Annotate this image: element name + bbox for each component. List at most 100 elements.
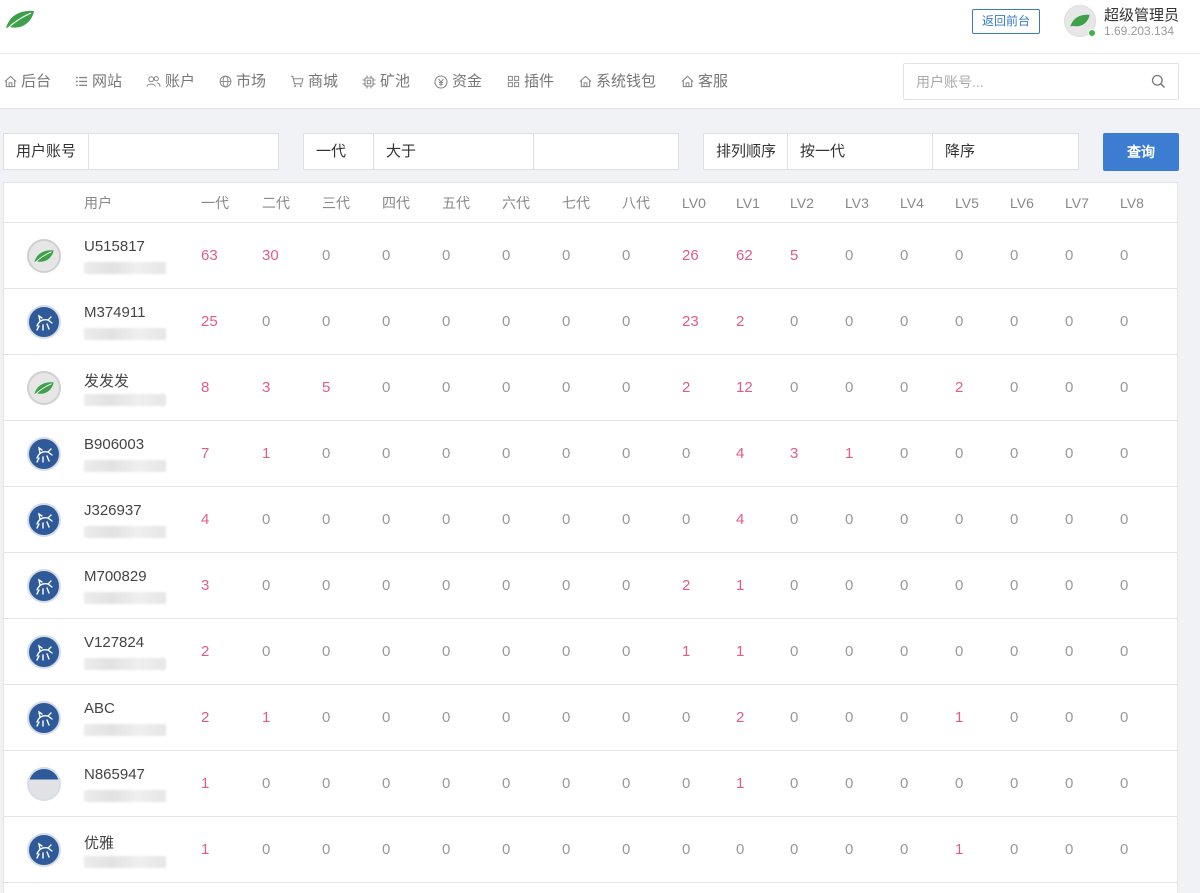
user-avatar (27, 371, 61, 405)
table-row[interactable]: 优雅 1 0 0 0 0 0 0 0 0 0 0 0 0 1 0 0 0 (4, 817, 1177, 883)
count-cell: 0 (1065, 577, 1074, 594)
count-cell: 0 (322, 313, 331, 330)
admin-ip: 1.69.203.134 (1104, 24, 1175, 38)
count-cell: 0 (502, 511, 511, 528)
top-bar: 返回前台 超级管理员 1.69.203.134 (0, 0, 1200, 54)
count-cell: 0 (382, 313, 391, 330)
count-cell: 0 (900, 775, 909, 792)
count-cell: 1 (736, 643, 745, 660)
nav-item-account[interactable]: 账户 (146, 54, 195, 109)
count-cell: 12 (736, 379, 753, 396)
count-cell: 0 (900, 577, 909, 594)
nav-item-system-wallet[interactable]: 系统钱包 (579, 54, 656, 109)
coin-icon (434, 74, 448, 89)
table-header: 用户 一代 二代 三代 四代 五代 六代 七代 八代 LV0 LV1 LV2 LV3 LV4 LV5 LV6 L… (4, 183, 1177, 223)
redacted-info (84, 328, 166, 340)
compare-value-input[interactable] (534, 134, 678, 169)
table-row[interactable]: 发发发 8 3 5 0 0 0 0 0 2 12 0 0 0 2 0 0 0 (4, 355, 1177, 421)
count-cell: 0 (502, 775, 511, 792)
nav-label: 账户 (165, 73, 196, 90)
redacted-info (84, 592, 166, 604)
table-row[interactable]: ABC 2 1 0 0 0 0 0 0 0 2 0 0 0 1 0 0 0 (4, 685, 1177, 751)
count-cell: 0 (622, 577, 631, 594)
count-cell: 0 (1120, 379, 1129, 396)
user-name[interactable]: U515817 (84, 238, 145, 255)
user-name[interactable]: V127824 (84, 634, 144, 651)
search-icon[interactable] (1151, 74, 1166, 92)
column-header: LV3 (845, 195, 869, 211)
query-button[interactable]: 查询 (1103, 133, 1179, 171)
user-name[interactable]: 优雅 (84, 832, 114, 853)
table-row[interactable]: N865947 1 0 0 0 0 0 0 0 0 1 0 0 0 0 0 0 0 (4, 751, 1177, 817)
count-cell: 0 (955, 313, 964, 330)
table-row[interactable]: U515817 63 30 0 0 0 0 0 0 26 62 5 0 0 0 0 0 0 (4, 223, 1177, 289)
count-cell: 0 (845, 379, 854, 396)
user-name[interactable]: M374911 (84, 304, 145, 321)
count-cell: 0 (562, 247, 571, 264)
count-cell: 1 (955, 841, 964, 858)
sort-filter: 排列顺序 按一代 降序 (703, 133, 1079, 170)
count-cell: 0 (442, 709, 451, 726)
count-cell: 0 (1065, 511, 1074, 528)
user-avatar (27, 437, 61, 471)
nav-label: 资金 (452, 73, 483, 90)
user-name[interactable]: ABC (84, 700, 115, 717)
admin-name[interactable]: 超级管理员 (1104, 4, 1179, 25)
compare-operator-select[interactable]: 大于 (374, 134, 416, 169)
nav-item-funds[interactable]: 资金 (434, 54, 482, 109)
nav-item-website[interactable]: 网站 (75, 54, 122, 109)
count-cell: 0 (502, 577, 511, 594)
count-cell: 8 (201, 379, 210, 396)
count-cell: 0 (790, 643, 799, 660)
back-to-frontend-button[interactable]: 返回前台 (972, 9, 1040, 34)
nav-item-market[interactable]: 市场 (219, 54, 266, 109)
count-cell: 2 (201, 709, 210, 726)
table-row[interactable]: J326937 4 0 0 0 0 0 0 0 0 4 0 0 0 0 0 0 0 (4, 487, 1177, 553)
table-row[interactable]: B906003 7 1 0 0 0 0 0 0 0 4 3 1 0 0 0 0 0 (4, 421, 1177, 487)
generation-select[interactable]: 一代 (304, 134, 346, 169)
count-cell: 0 (322, 775, 331, 792)
nav-item-mall[interactable]: 商城 (290, 54, 338, 109)
table-row[interactable]: M374911 25 0 0 0 0 0 0 0 23 2 0 0 0 0 0 0 0 (4, 289, 1177, 355)
count-cell: 0 (1010, 577, 1019, 594)
column-header: LV1 (736, 195, 760, 211)
count-cell: 62 (736, 247, 753, 264)
column-header: LV6 (1010, 195, 1034, 211)
count-cell: 0 (1120, 775, 1129, 792)
user-name[interactable]: 发发发 (84, 370, 129, 391)
count-cell: 0 (322, 247, 331, 264)
user-avatar (27, 569, 61, 603)
nav-item-mining-pool[interactable]: 矿池 (362, 54, 410, 109)
count-cell: 0 (790, 379, 799, 396)
redacted-info (84, 262, 166, 274)
user-name[interactable]: N865947 (84, 766, 145, 783)
user-name[interactable]: J326937 (84, 502, 142, 519)
count-cell: 0 (622, 247, 631, 264)
user-avatar (27, 767, 61, 801)
nav-label: 市场 (236, 73, 267, 90)
leaf-logo-icon[interactable] (4, 8, 36, 32)
count-cell: 4 (201, 511, 210, 528)
table-row[interactable]: M700829 3 0 0 0 0 0 0 0 2 1 0 0 0 0 0 0 0 (4, 553, 1177, 619)
user-name[interactable]: B906003 (84, 436, 144, 453)
table-row[interactable]: V127824 2 0 0 0 0 0 0 0 1 1 0 0 0 0 0 0 0 (4, 619, 1177, 685)
column-header: 五代 (442, 195, 470, 211)
count-cell: 0 (622, 445, 631, 462)
count-cell: 4 (736, 511, 745, 528)
nav-item-customer-service[interactable]: 客服 (681, 54, 728, 109)
account-filter-input[interactable] (89, 134, 278, 169)
sort-by-select[interactable]: 按一代 (788, 134, 845, 169)
count-cell: 1 (736, 775, 745, 792)
user-name[interactable]: M700829 (84, 568, 147, 585)
count-cell: 0 (382, 841, 391, 858)
nav-item-dashboard[interactable]: 后台 (4, 54, 51, 109)
count-cell: 1 (955, 709, 964, 726)
user-avatar (27, 239, 61, 273)
sort-order-select[interactable]: 降序 (933, 134, 975, 169)
count-cell: 0 (622, 709, 631, 726)
user-search-input[interactable] (904, 64, 1144, 99)
count-cell: 0 (900, 313, 909, 330)
nav-item-plugins[interactable]: 插件 (507, 54, 554, 109)
count-cell: 0 (442, 643, 451, 660)
count-cell: 0 (790, 511, 799, 528)
